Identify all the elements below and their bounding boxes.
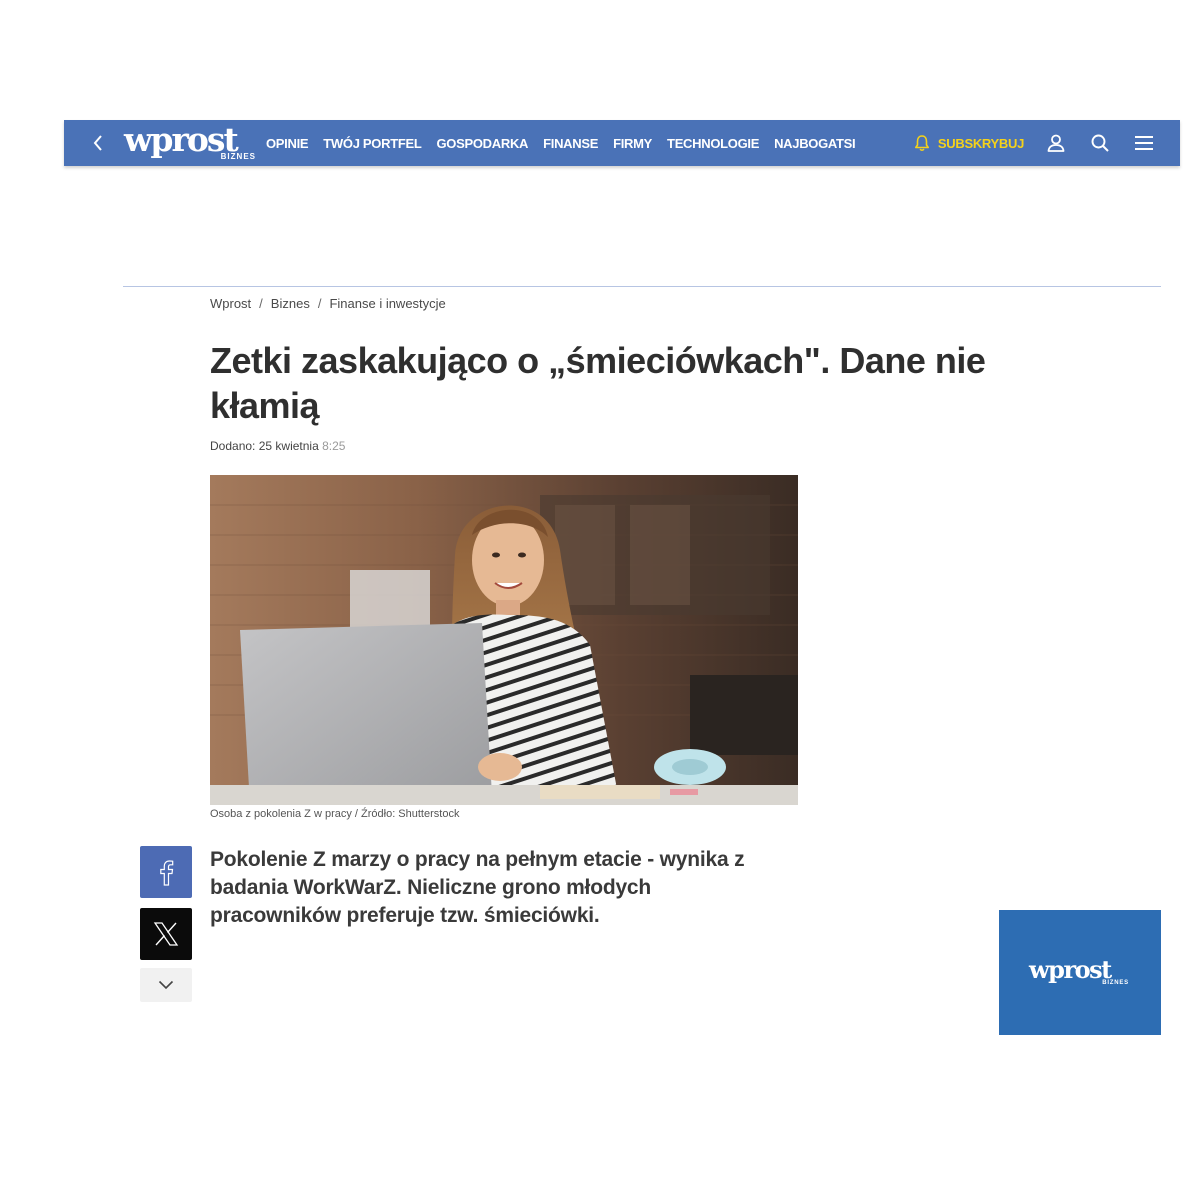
ad-divider — [123, 286, 1161, 287]
nav-item-technologie[interactable]: TECHNOLOGIE — [667, 136, 759, 151]
subscribe-label: SUBSKRYBUJ — [937, 135, 1024, 151]
nav-item-twoj-portfel[interactable]: TWÓJ PORTFEL — [323, 136, 422, 151]
nav-item-opinie[interactable]: OPINIE — [266, 136, 309, 151]
breadcrumb-separator: / — [259, 296, 263, 311]
menu-icon — [1135, 136, 1153, 150]
side-logo-subtext: BIZNES — [1102, 980, 1129, 986]
user-icon — [1047, 134, 1065, 152]
chevron-down-icon — [158, 980, 174, 990]
date-value: 25 kwietnia — [258, 439, 319, 453]
breadcrumb-item-wprost[interactable]: Wprost — [210, 296, 251, 311]
article-lead: Pokolenie Z marzy o pracy na pełnym etac… — [210, 848, 745, 927]
account-button[interactable] — [1044, 120, 1068, 166]
share-facebook-button[interactable] — [140, 846, 192, 898]
page: wprost BIZNES OPINIE TWÓJ PORTFEL GOSPOD… — [0, 0, 1200, 1200]
image-caption: Osoba z pokolenia Z w pracy / Źródło: Sh… — [210, 808, 460, 820]
publish-date: Dodano: 25 kwietnia 8:25 — [210, 439, 345, 453]
breadcrumb-item-finanse[interactable]: Finanse i inwestycje — [329, 296, 445, 311]
logo-subtext: BIZNES — [220, 152, 256, 161]
chevron-left-icon — [93, 135, 102, 151]
side-banner-logo: wprost BIZNES — [1029, 956, 1133, 996]
nav-item-gospodarka[interactable]: GOSPODARKA — [437, 136, 529, 151]
nav-item-najbogatsi[interactable]: NAJBOGATSI — [774, 136, 856, 151]
menu-button[interactable] — [1132, 120, 1156, 166]
breadcrumb-separator: / — [317, 296, 322, 311]
bell-icon — [914, 135, 929, 151]
search-icon — [1091, 134, 1109, 152]
search-button[interactable] — [1088, 120, 1112, 166]
date-prefix: Dodano: — [210, 439, 256, 453]
x-icon — [153, 922, 179, 946]
breadcrumb: Wprost / Biznes / Finanse i inwestycje — [210, 296, 446, 311]
breadcrumb-item-biznes[interactable]: Biznes — [271, 296, 310, 311]
nav-item-firmy[interactable]: FIRMY — [613, 136, 652, 151]
side-banner[interactable]: wprost BIZNES — [999, 910, 1161, 1035]
photo-illustration — [210, 475, 798, 805]
side-logo-wordmark: wprost — [1029, 955, 1112, 984]
share-x-button[interactable] — [140, 908, 192, 960]
back-button[interactable] — [86, 120, 110, 166]
main-nav: OPINIE TWÓJ PORTFEL GOSPODARKA FINANSE F… — [266, 120, 870, 166]
nav-actions: SUBSKRYBUJ — [913, 120, 1180, 166]
date-time: 8:25 — [322, 439, 346, 453]
article-image — [210, 475, 798, 805]
top-nav-bar: wprost BIZNES OPINIE TWÓJ PORTFEL GOSPOD… — [64, 120, 1180, 166]
article-title: Zetki zaskakująco o „śmieciówkach". Dane… — [210, 340, 986, 426]
site-logo[interactable]: wprost BIZNES — [124, 120, 258, 166]
subscribe-button[interactable]: SUBSKRYBUJ — [913, 134, 1024, 152]
nav-item-finanse[interactable]: FINANSE — [543, 136, 598, 151]
facebook-icon — [160, 860, 174, 886]
share-more-button[interactable] — [140, 968, 192, 1002]
